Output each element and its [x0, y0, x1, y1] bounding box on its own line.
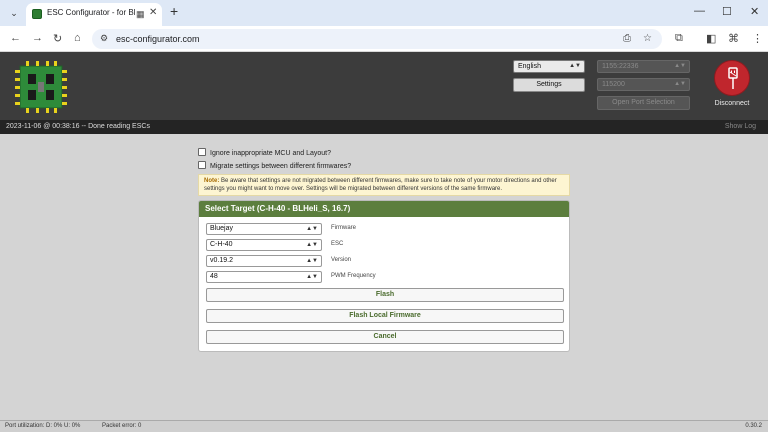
disconnect-label: Disconnect — [714, 100, 750, 107]
ignore-mcu-checkbox[interactable] — [198, 148, 206, 156]
home-icon[interactable]: ⌂ — [74, 32, 81, 44]
favicon-icon — [32, 9, 42, 19]
site-info-icon[interactable]: ⚙ — [100, 33, 108, 44]
extensions-icon[interactable]: ⧉ — [675, 32, 683, 45]
browser-tab[interactable]: ESC Configurator - for Bluej ▦ ✕ — [26, 3, 162, 26]
bookmark-star-icon[interactable]: ☆ — [643, 33, 652, 44]
esc-value: C-H-40 — [210, 241, 233, 248]
tab-media-icon: ▦ — [136, 9, 145, 19]
version-value: v0.19.2 — [210, 257, 233, 264]
esc-label: ESC — [331, 241, 344, 247]
firmware-select[interactable]: Bluejay ▲▼ — [206, 223, 322, 235]
version-select[interactable]: v0.19.2 ▲▼ — [206, 255, 322, 267]
packet-error: Packet error: 0 — [102, 423, 142, 429]
side-panel-icon[interactable]: ◧ — [706, 32, 716, 45]
panel-title: Select Target (C-H-40 - BLHeli_S, 16.7) — [199, 201, 569, 217]
migration-note: Note: Be aware that settings are not mig… — [198, 174, 570, 196]
close-icon[interactable]: ✕ — [750, 5, 759, 18]
chevron-down-icon: ▲▼ — [306, 274, 318, 280]
version-label: Version — [331, 257, 352, 263]
forward-icon[interactable]: → — [32, 32, 43, 44]
ignore-mcu-option[interactable]: Ignore inappropriate MCU and Layout? — [198, 148, 331, 157]
menu-icon[interactable]: ⋮ — [752, 32, 763, 45]
pwm-frequency-select[interactable]: 48 ▲▼ — [206, 271, 322, 283]
browser-tab-bar: ⌄ ESC Configurator - for Bluej ▦ ✕ + — ☐… — [0, 0, 768, 26]
cancel-button[interactable]: Cancel — [206, 330, 564, 344]
disconnect-button[interactable] — [714, 60, 750, 96]
port-value: 1155:22336 — [602, 63, 639, 70]
chevron-down-icon: ▲▼ — [306, 242, 318, 248]
url-text: esc-configurator.com — [116, 34, 200, 44]
status-log-bar: 2023-11-06 @ 00:38:16 -- Done reading ES… — [0, 120, 768, 134]
port-select[interactable]: 1155:22336 ▲▼ — [597, 60, 690, 73]
baud-rate-value: 115200 — [602, 81, 625, 88]
migrate-checkbox[interactable] — [198, 161, 206, 169]
migrate-option[interactable]: Migrate settings between different firmw… — [198, 161, 351, 170]
new-tab-icon[interactable]: + — [170, 3, 178, 19]
ignore-mcu-label: Ignore inappropriate MCU and Layout? — [210, 150, 332, 157]
pwm-frequency-value: 48 — [210, 273, 218, 280]
flash-local-firmware-button[interactable]: Flash Local Firmware — [206, 309, 564, 323]
address-bar[interactable]: ⚙ esc-configurator.com ⎙ ☆ — [92, 29, 662, 49]
chevron-down-icon: ▲▼ — [674, 81, 686, 87]
open-port-selection-button[interactable]: Open Port Selection — [597, 96, 690, 110]
extension-puzzle-icon[interactable]: ⌘ — [728, 32, 739, 45]
minimize-icon[interactable]: — — [694, 5, 705, 17]
maximize-icon[interactable]: ☐ — [722, 5, 732, 18]
firmware-value: Bluejay — [210, 225, 233, 232]
baud-rate-select[interactable]: 115200 ▲▼ — [597, 78, 690, 91]
migrate-label: Migrate settings between different firmw… — [210, 163, 352, 170]
port-utilization: Port utilization: D: 0% U: 0% — [5, 423, 81, 429]
esc-logo-icon — [15, 61, 67, 113]
chevron-down-icon: ▲▼ — [674, 63, 686, 69]
chevron-down-icon: ▲▼ — [306, 226, 318, 232]
flash-button[interactable]: Flash — [206, 288, 564, 302]
tab-search-icon[interactable]: ⌄ — [6, 6, 22, 20]
note-text: Be aware that settings are not migrated … — [204, 178, 557, 192]
settings-button[interactable]: Settings — [513, 78, 585, 92]
chevron-down-icon: ▲▼ — [306, 258, 318, 264]
reload-icon[interactable]: ↻ — [53, 32, 62, 45]
back-icon[interactable]: ← — [10, 32, 21, 44]
select-target-panel: Select Target (C-H-40 - BLHeli_S, 16.7) … — [198, 200, 570, 352]
usb-plug-icon — [728, 67, 738, 89]
install-app-icon[interactable]: ⎙ — [623, 33, 631, 44]
pwm-frequency-label: PWM Frequency — [331, 273, 376, 279]
language-value: English — [518, 63, 541, 70]
firmware-label: Firmware — [331, 225, 356, 231]
footer-status-bar: Port utilization: D: 0% U: 0% Packet err… — [0, 420, 768, 432]
chevron-down-icon: ▲▼ — [569, 63, 581, 69]
tab-title: ESC Configurator - for Bluej — [47, 8, 135, 17]
browser-toolbar: ← → ↻ ⌂ ⚙ esc-configurator.com ⎙ ☆ ⧉ ◧ ⌘… — [0, 26, 768, 52]
show-log-link[interactable]: Show Log — [725, 120, 756, 134]
note-label: Note: — [204, 178, 220, 184]
status-message: 2023-11-06 @ 00:38:16 -- Done reading ES… — [6, 123, 150, 130]
app-version: 0.30.2 — [745, 423, 762, 429]
esc-select[interactable]: C-H-40 ▲▼ — [206, 239, 322, 251]
tab-close-icon[interactable]: ✕ — [149, 7, 157, 18]
language-select[interactable]: English ▲▼ — [513, 60, 585, 73]
